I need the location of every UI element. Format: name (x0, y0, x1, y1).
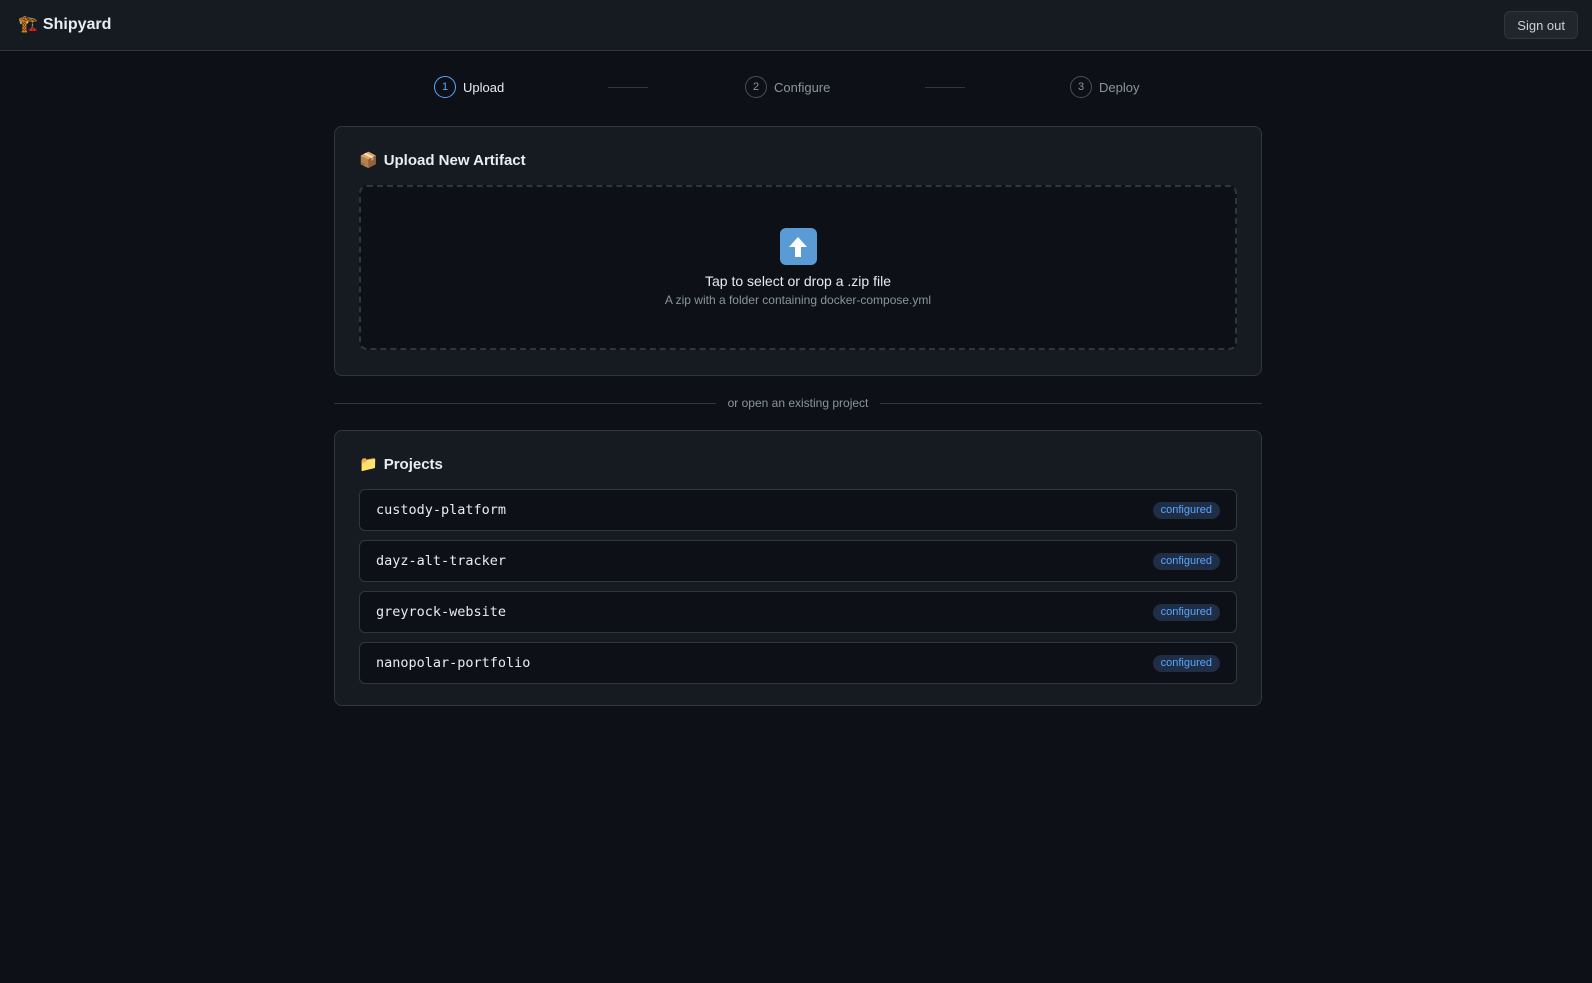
upload-card: 📦 Upload New Artifact Tap to select or d… (334, 126, 1262, 376)
divider-text: or open an existing project (727, 396, 869, 410)
dropzone-instruction: Tap to select or drop a .zip file (705, 273, 891, 289)
status-badge: configured (1152, 654, 1220, 672)
step-label: Upload (463, 79, 505, 95)
folder-icon: 📁 (359, 456, 378, 473)
step-connector (608, 87, 648, 88)
upload-arrow-icon (779, 228, 817, 265)
project-item[interactable]: greyrock-website configured (359, 591, 1237, 633)
project-name: nanopolar-portfolio (376, 655, 531, 671)
top-bar: 🏗️ Shipyard Sign out (0, 0, 1592, 51)
status-badge: configured (1152, 603, 1220, 621)
project-item[interactable]: dayz-alt-tracker configured (359, 540, 1237, 582)
step-number: 1 (434, 76, 456, 98)
divider-rule (880, 402, 1263, 404)
package-icon: 📦 (359, 152, 378, 169)
stepper: 1 Upload 2 Configure 3 Deploy (434, 76, 1164, 98)
project-item[interactable]: nanopolar-portfolio configured (359, 642, 1237, 684)
project-item[interactable]: custody-platform configured (359, 489, 1237, 531)
step-label: Deploy (1099, 79, 1140, 95)
step-deploy: 3 Deploy (1070, 76, 1139, 98)
project-name: dayz-alt-tracker (376, 553, 507, 569)
project-name: greyrock-website (376, 604, 507, 620)
brand-name: Shipyard (42, 16, 112, 33)
step-connector (925, 87, 965, 88)
upload-dropzone[interactable]: Tap to select or drop a .zip file A zip … (359, 185, 1237, 350)
brand[interactable]: 🏗️ Shipyard (18, 16, 111, 34)
section-divider: or open an existing project (334, 395, 1263, 411)
step-number: 2 (745, 76, 767, 98)
upload-title: 📦 Upload New Artifact (359, 151, 1237, 170)
crane-icon: 🏗️ (18, 16, 38, 33)
divider-rule (334, 402, 716, 404)
sign-out-button[interactable]: Sign out (1504, 11, 1578, 39)
dropzone-hint: A zip with a folder containing docker-co… (664, 293, 932, 307)
projects-title: 📁 Projects (359, 455, 1237, 474)
status-badge: configured (1152, 501, 1220, 519)
project-list: custody-platform configured dayz-alt-tra… (359, 489, 1237, 684)
status-badge: configured (1152, 552, 1220, 570)
step-label: Configure (774, 79, 831, 95)
projects-title-text: Projects (383, 455, 443, 473)
step-upload: 1 Upload (434, 76, 504, 98)
project-name: custody-platform (376, 502, 507, 518)
step-number: 3 (1070, 76, 1092, 98)
upload-title-text: Upload New Artifact (383, 151, 526, 169)
step-configure: 2 Configure (745, 76, 830, 98)
projects-card: 📁 Projects custody-platform configured d… (334, 430, 1262, 706)
